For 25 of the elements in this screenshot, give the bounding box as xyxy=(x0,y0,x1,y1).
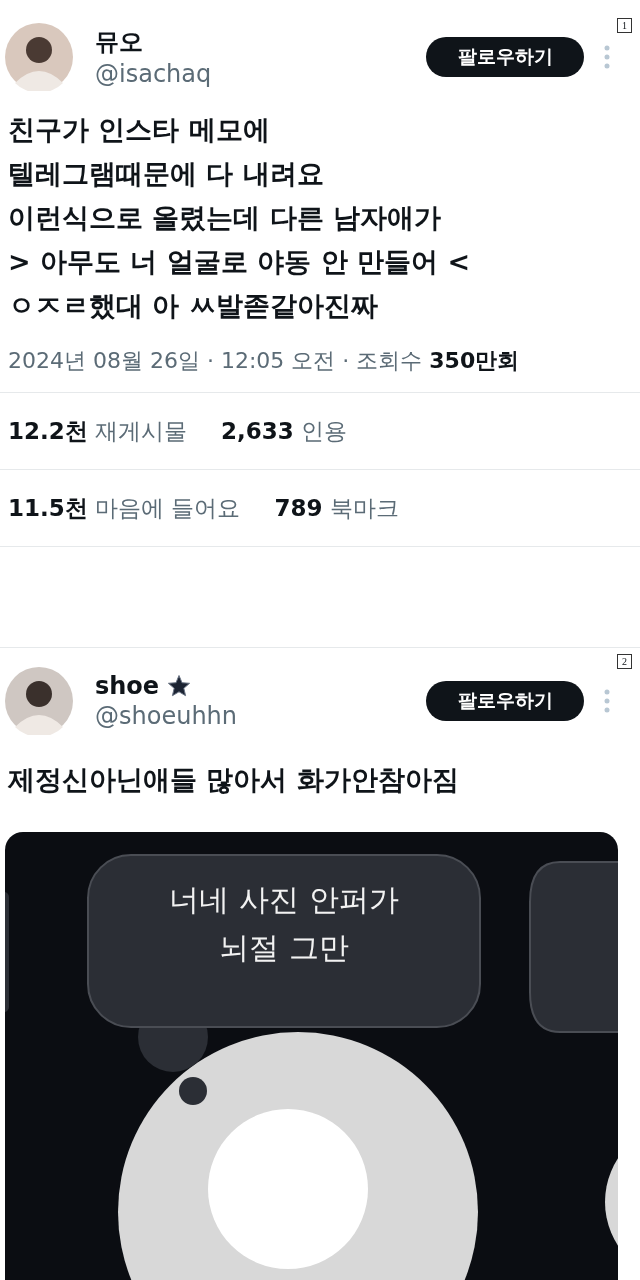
post-text: 이런식으로 올렸는데 다른 남자애가 xyxy=(8,201,443,235)
post-text: 제정신아닌애들 많아서 화가안참아짐 xyxy=(8,763,460,797)
post-text: ㅇㅈㄹ했대 아 ㅆ발졷같아진짜 xyxy=(8,289,379,323)
note-bubble: 너네 사진 안퍼가 뇌절 그만 xyxy=(87,854,481,1028)
post-text: 친구가 인스타 메모에 xyxy=(8,113,271,147)
display-name: shoe xyxy=(95,672,160,700)
post-text: 텔레그램때문에 다 내려요 xyxy=(8,157,325,191)
stat-link[interactable]: 11.5천 마음에 들어요 xyxy=(8,492,241,524)
user-handle: @shoeuhhn xyxy=(95,702,238,730)
stat-link[interactable]: 2,633 인용 xyxy=(221,415,348,447)
avatar-icon xyxy=(5,23,73,91)
more-icon[interactable] xyxy=(604,689,610,713)
index-number: 1 xyxy=(617,18,632,33)
follow-button[interactable]: 팔로우하기 xyxy=(426,681,584,721)
stat-link[interactable]: 12.2천 재게시물 xyxy=(8,415,188,447)
avatar-icon xyxy=(5,667,73,735)
post-meta: 2024년 08월 26일 · 12:05 오전 · 조회수 350만회 xyxy=(7,347,521,375)
more-icon[interactable] xyxy=(604,45,610,69)
user-handle: @isachaq xyxy=(95,60,213,88)
display-name: 뮤오 xyxy=(95,27,143,58)
follow-button[interactable]: 팔로우하기 xyxy=(426,37,584,77)
index-number: 2 xyxy=(617,654,632,669)
post-text: > 아무도 너 얼굴로 야동 안 만들어 < xyxy=(8,245,472,279)
stat-link[interactable]: 789 북마크 xyxy=(274,492,399,524)
star-icon xyxy=(167,674,192,698)
